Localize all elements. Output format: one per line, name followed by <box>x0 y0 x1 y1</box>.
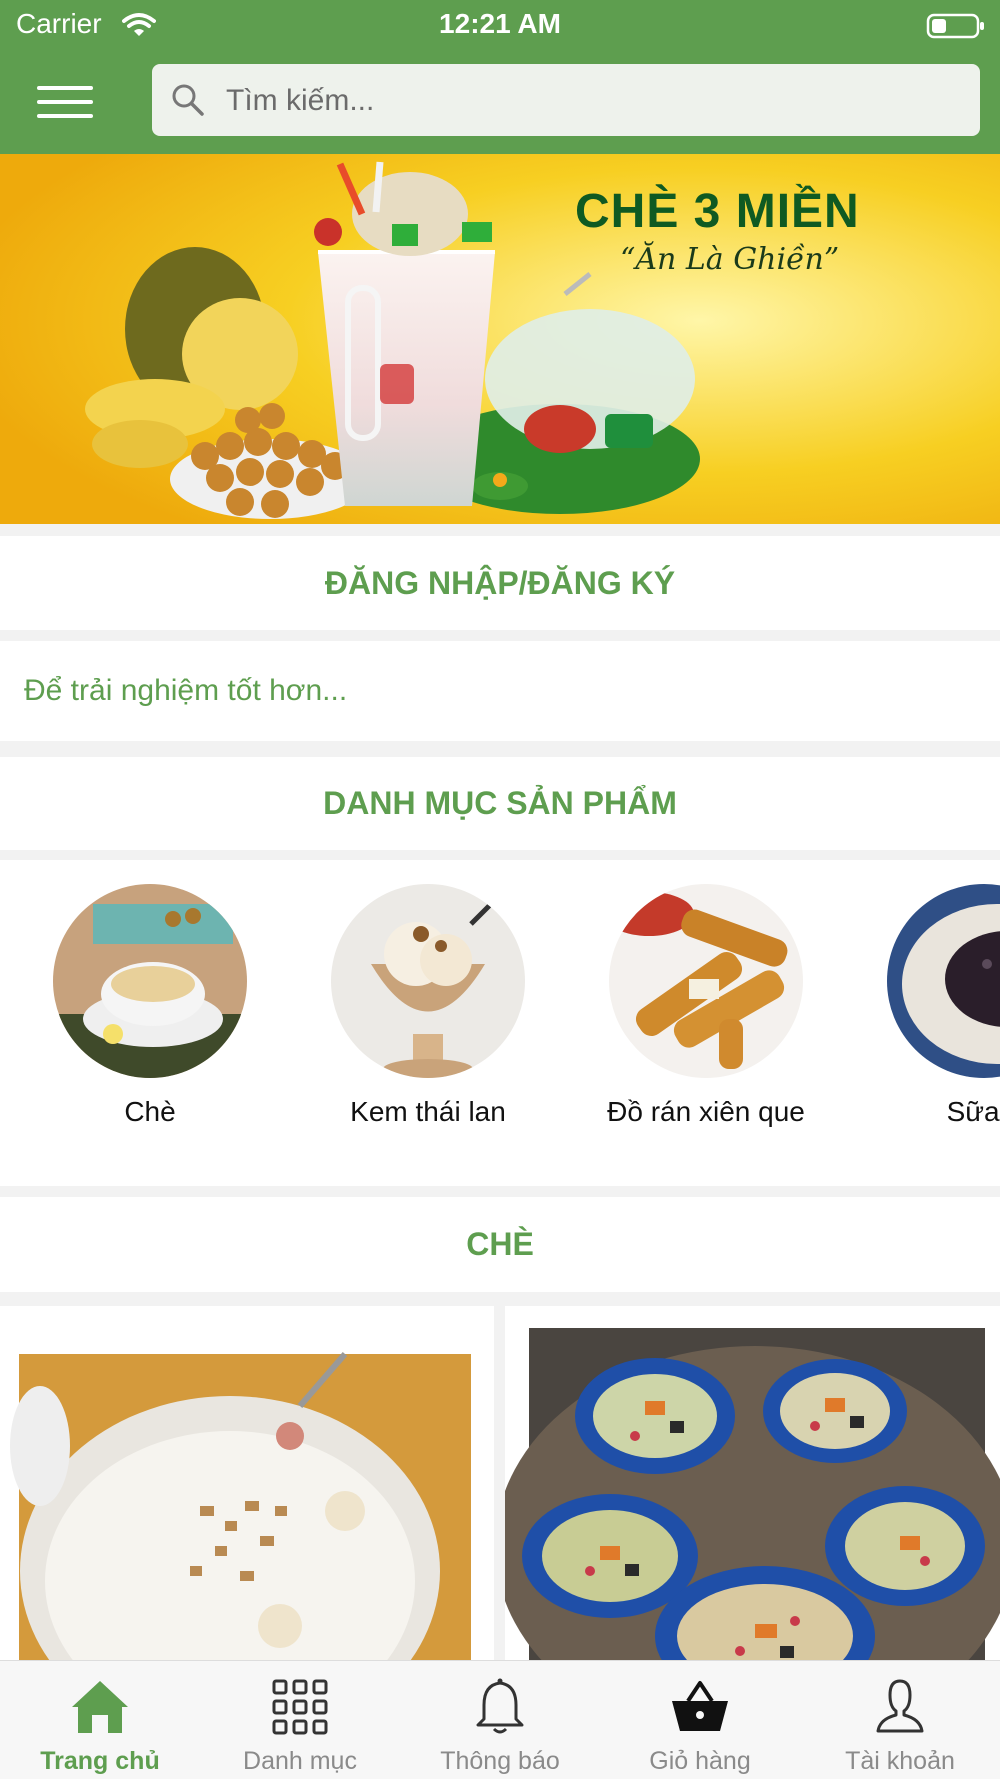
menu-button[interactable] <box>26 72 106 132</box>
tab-label: Giỏ hàng <box>649 1747 751 1775</box>
che-section-header: CHÈ <box>0 1197 1000 1292</box>
category-image <box>53 884 247 1078</box>
category-label: Đồ rán xiên que <box>607 1096 805 1127</box>
category-image <box>609 884 803 1078</box>
category-section-title: DANH MỤC SẢN PHẨM <box>323 785 677 821</box>
tab-label: Danh mục <box>243 1747 357 1775</box>
login-register-label: ĐĂNG NHẬP/ĐĂNG KÝ <box>324 565 676 601</box>
basket-icon <box>672 1681 728 1731</box>
che-section-title: CHÈ <box>466 1226 534 1262</box>
tab-cart[interactable]: Giỏ hàng <box>600 1661 800 1779</box>
top-nav-bar <box>0 52 1000 154</box>
banner-slogan: “Ăn Là Ghiền” <box>620 242 840 277</box>
status-time: 12:21 AM <box>439 8 561 39</box>
category-item-kem-thai-lan[interactable]: Kem thái lan <box>289 884 567 1128</box>
search-icon <box>170 82 206 123</box>
product-card[interactable] <box>505 1306 1000 1686</box>
category-image <box>331 884 525 1078</box>
category-section-header: DANH MỤC SẢN PHẨM <box>0 757 1000 850</box>
category-image <box>887 884 1000 1078</box>
grid-icon <box>272 1679 328 1735</box>
search-bar[interactable] <box>152 64 980 138</box>
tab-notifications[interactable]: Thông báo <box>400 1661 600 1779</box>
category-label: Chè <box>124 1096 176 1127</box>
category-item-che[interactable]: Chè <box>11 884 289 1128</box>
hamburger-icon <box>37 86 93 118</box>
tab-label: Thông báo <box>440 1747 560 1775</box>
tab-categories[interactable]: Danh mục <box>200 1661 400 1779</box>
status-bar: Carrier 12:21 AM <box>0 0 1000 52</box>
tab-account[interactable]: Tài khoản <box>800 1661 1000 1779</box>
category-label: Sữa c <box>946 1096 1000 1127</box>
login-prompt-text: Để trải nghiệm tốt hơn... <box>24 674 348 707</box>
banner-title: CHÈ 3 MIỀN <box>575 185 860 238</box>
tab-label: Tài khoản <box>845 1747 955 1775</box>
product-card[interactable] <box>0 1306 494 1686</box>
category-label: Kem thái lan <box>350 1096 506 1127</box>
search-input[interactable] <box>224 64 968 138</box>
category-item-do-ran-xien-que[interactable]: Đồ rán xiên que <box>567 884 845 1128</box>
home-icon <box>72 1681 128 1733</box>
tab-home[interactable]: Trang chủ <box>0 1661 200 1779</box>
product-image <box>505 1306 1000 1686</box>
login-register-button[interactable]: ĐĂNG NHẬP/ĐĂNG KÝ <box>0 536 1000 630</box>
category-item-sua-chua[interactable]: Sữa c <box>845 884 1000 1128</box>
category-carousel[interactable]: Chè Kem thái lan Đồ rán xiên que Sữa <box>0 860 1000 1186</box>
login-prompt-row[interactable]: Để trải nghiệm tốt hơn... <box>0 641 1000 741</box>
tab-label: Trang chủ <box>40 1747 160 1775</box>
user-icon <box>876 1679 924 1733</box>
bell-icon <box>476 1678 524 1734</box>
battery-icon <box>926 12 986 45</box>
promo-banner[interactable]: CHÈ 3 MIỀN “Ăn Là Ghiền” <box>0 154 1000 524</box>
bottom-tab-bar: Trang chủ Danh mục Thông báo Giỏ hàng Tà… <box>0 1660 1000 1779</box>
product-image <box>0 1306 494 1686</box>
